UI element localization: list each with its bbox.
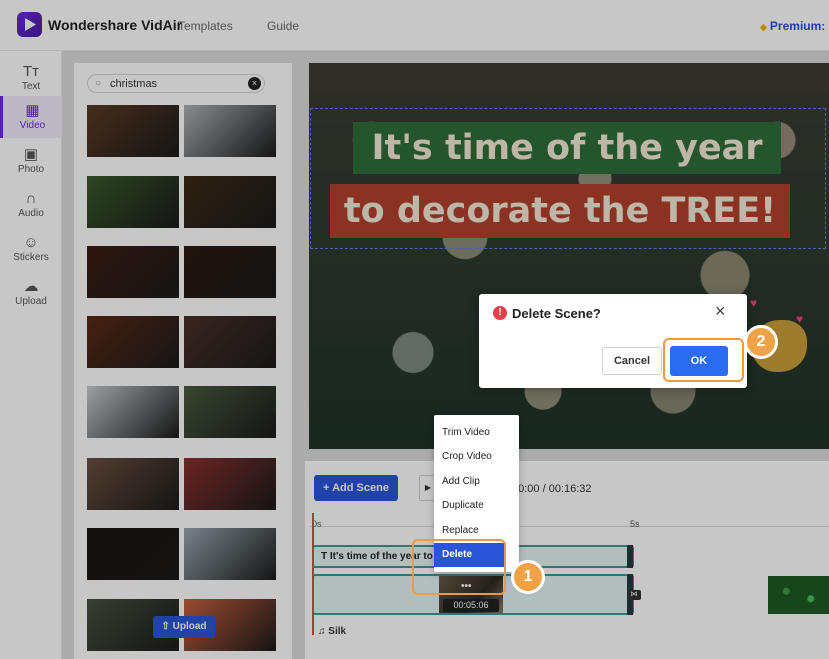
step-callout: 2 (744, 325, 778, 359)
ok-highlight (663, 338, 744, 382)
menu-item-trim-video[interactable]: Trim Video (434, 421, 519, 445)
menu-item-duplicate[interactable]: Duplicate (434, 494, 519, 518)
warning-icon: ! (493, 306, 507, 320)
dialog-title: Delete Scene? (512, 306, 601, 321)
cancel-button[interactable]: Cancel (602, 347, 662, 375)
menu-item-add-clip[interactable]: Add Clip (434, 470, 519, 494)
menu-item-crop-video[interactable]: Crop Video (434, 445, 519, 469)
step-callout: 1 (511, 560, 545, 594)
close-icon[interactable]: × (715, 301, 726, 322)
delete-highlight (412, 539, 506, 595)
